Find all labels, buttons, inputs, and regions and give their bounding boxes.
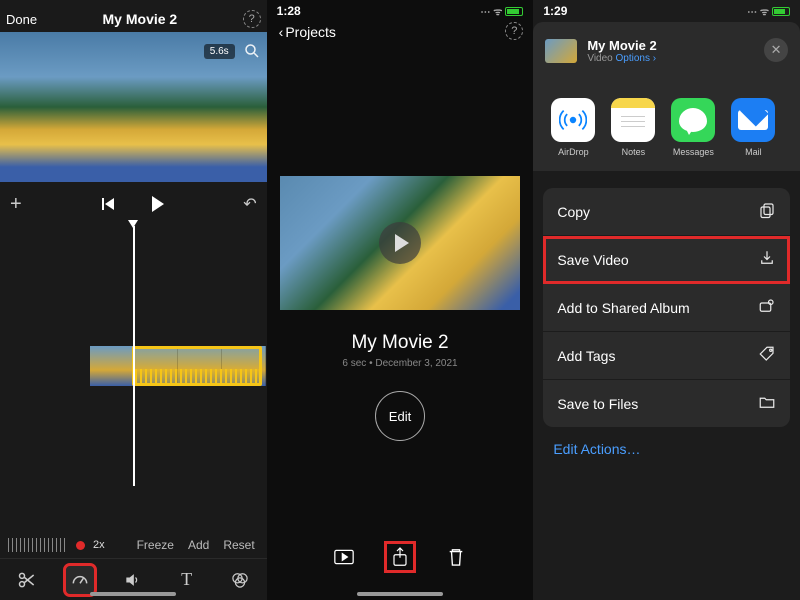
airdrop-icon: [551, 98, 595, 142]
back-projects-button[interactable]: ‹ Projects: [267, 18, 534, 46]
chevron-left-icon: ‹: [279, 24, 284, 40]
volume-tool[interactable]: [119, 566, 147, 594]
add-shared-album-action[interactable]: Add to Shared Album: [543, 284, 790, 332]
editor-panel: Done My Movie 2 ? 5.6s + ↶ 2x Freeze Add…: [0, 0, 267, 600]
timeline[interactable]: [0, 226, 267, 486]
video-clip[interactable]: [90, 346, 266, 386]
duration-badge: 5.6s: [204, 44, 235, 59]
app-label: Notes: [622, 147, 646, 157]
app-label: AirDrop: [558, 147, 589, 157]
mail-app[interactable]: Mail: [731, 98, 775, 157]
play-action[interactable]: [331, 544, 357, 570]
delete-button[interactable]: [443, 544, 469, 570]
app-label: Messages: [673, 147, 714, 157]
copy-action[interactable]: Copy: [543, 188, 790, 236]
cut-tool[interactable]: [13, 566, 41, 594]
save-to-files-action[interactable]: Save to Files: [543, 380, 790, 427]
editor-topbar: Done My Movie 2 ?: [0, 0, 267, 36]
speed-tool[interactable]: [66, 566, 94, 594]
project-title: My Movie 2: [267, 332, 534, 354]
video-preview[interactable]: 5.6s: [0, 32, 267, 182]
shared-album-icon: [758, 297, 776, 318]
notes-icon: [611, 98, 655, 142]
speed-slider-thumb[interactable]: [76, 541, 85, 550]
play-button[interactable]: [152, 196, 164, 212]
status-bar: 1:29 ⋯ ᯤ: [533, 0, 800, 18]
home-indicator[interactable]: [90, 592, 176, 596]
share-header: My Movie 2 Video Options › ✕: [533, 22, 800, 78]
mail-icon: [731, 98, 775, 142]
edit-button[interactable]: Edit: [375, 391, 425, 441]
wifi-icon: ⋯ ᯤ: [747, 4, 769, 18]
speed-reset-button[interactable]: Reset: [223, 538, 254, 552]
playhead[interactable]: [133, 226, 135, 486]
airdrop-app[interactable]: AirDrop: [551, 98, 595, 157]
close-button[interactable]: ✕: [764, 38, 788, 62]
status-time: 1:28: [277, 4, 301, 18]
battery-icon: [772, 7, 790, 16]
speed-indicator-band: [135, 369, 259, 383]
battery-icon: [505, 7, 523, 16]
filters-tool[interactable]: [226, 566, 254, 594]
help-icon[interactable]: ?: [243, 10, 261, 28]
speed-slider[interactable]: [8, 538, 68, 552]
speed-controls: 2x Freeze Add Reset: [0, 532, 267, 558]
undo-button[interactable]: ↶: [243, 194, 256, 214]
folder-icon: [758, 393, 776, 414]
project-meta: 6 sec • December 3, 2021: [267, 358, 534, 369]
project-title: My Movie 2: [103, 11, 178, 27]
messages-app[interactable]: Messages: [671, 98, 715, 157]
share-button[interactable]: [387, 544, 413, 570]
project-thumbnail[interactable]: [280, 176, 520, 310]
tag-icon: [758, 345, 776, 366]
home-indicator[interactable]: [357, 592, 443, 596]
zoom-icon[interactable]: [243, 42, 261, 60]
play-icon[interactable]: [379, 222, 421, 264]
edit-actions-link[interactable]: Edit Actions…: [533, 427, 800, 471]
titles-tool[interactable]: T: [173, 566, 201, 594]
selected-clip-range[interactable]: [132, 346, 262, 386]
prev-button[interactable]: [102, 198, 114, 210]
copy-icon: [758, 201, 776, 222]
app-label: Mail: [745, 147, 762, 157]
share-actions-list: Copy Save Video Add to Shared Album Add …: [543, 188, 790, 427]
download-icon: [758, 249, 776, 270]
speed-multiplier: 2x: [93, 539, 105, 551]
project-actions: [267, 544, 534, 570]
status-time: 1:29: [543, 4, 567, 18]
share-title: My Movie 2: [587, 38, 656, 53]
notes-app[interactable]: Notes: [611, 98, 655, 157]
status-icons: ⋯ ᯤ: [480, 4, 523, 18]
share-subtitle: Video Options ›: [587, 53, 656, 64]
share-apps-row: AirDrop Notes Messages Mail: [533, 78, 800, 172]
messages-icon: [671, 98, 715, 142]
done-button[interactable]: Done: [6, 12, 37, 27]
status-bar: 1:28 ⋯ ᯤ: [267, 0, 534, 18]
status-icons: ⋯ ᯤ: [747, 4, 790, 18]
freeze-button[interactable]: Freeze: [137, 538, 174, 552]
speed-add-button[interactable]: Add: [188, 538, 209, 552]
add-tags-action[interactable]: Add Tags: [543, 332, 790, 380]
share-sheet-panel: 1:29 ⋯ ᯤ My Movie 2 Video Options › ✕ Ai…: [533, 0, 800, 600]
add-media-button[interactable]: +: [10, 193, 22, 216]
wifi-icon: ⋯ ᯤ: [480, 4, 502, 18]
project-panel: 1:28 ⋯ ᯤ ‹ Projects ? My Movie 2 6 sec •…: [267, 0, 534, 600]
video-thumbnail: [545, 39, 577, 63]
options-link[interactable]: Options ›: [616, 53, 657, 64]
save-video-action[interactable]: Save Video: [543, 236, 790, 284]
